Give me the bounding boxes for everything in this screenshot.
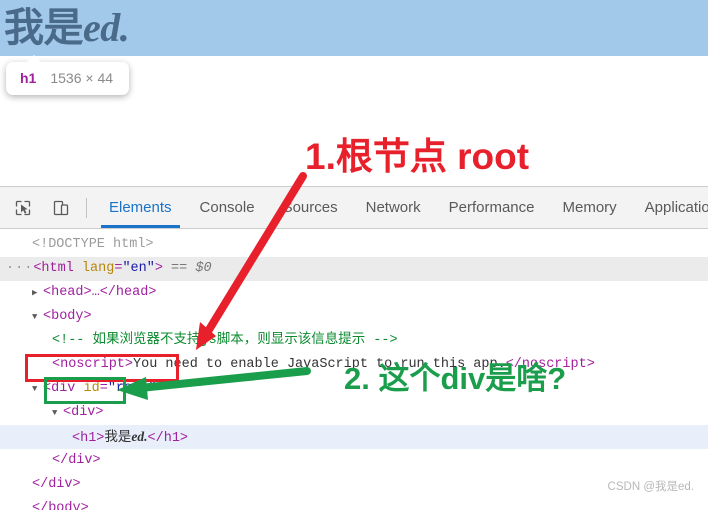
chevron-down-icon[interactable]: ▼ xyxy=(32,305,42,329)
chevron-down-icon[interactable]: ▼ xyxy=(32,377,42,401)
dom-token-tagname: </div> xyxy=(52,453,101,468)
dom-node-body-close[interactable]: </body> xyxy=(0,497,708,510)
dom-node-h1-line[interactable]: <h1>我是ed.</h1> xyxy=(0,425,708,449)
dom-node-html-open[interactable]: ···<html lang="en"> == $0 xyxy=(0,257,708,281)
dom-token-dollar: == $0 xyxy=(162,261,212,276)
dom-token-tagname: <div xyxy=(43,381,84,396)
dom-token-tagname: > xyxy=(156,381,165,396)
dom-token-tagname: <body> xyxy=(43,309,92,324)
device-toolbar-icon[interactable] xyxy=(46,195,76,221)
dom-token-tagname: </div> xyxy=(32,477,81,492)
dom-token-tagname: <head>…</head> xyxy=(43,285,157,300)
tooltip-pointer-icon xyxy=(26,55,42,63)
annotation-root-label: 1.根节点 root xyxy=(305,136,530,177)
tooltip-dimensions: 1536 × 44 xyxy=(50,70,114,86)
inspect-cursor-icon[interactable] xyxy=(8,195,38,221)
dom-token-dots: ··· xyxy=(6,261,34,276)
chevron-right-icon[interactable]: ▶ xyxy=(32,281,42,305)
tab-application[interactable]: Application xyxy=(631,187,708,228)
dom-token-attrval: "root" xyxy=(107,381,157,396)
tab-network[interactable]: Network xyxy=(352,187,435,228)
devtools-tabbar: Elements Console Sources Network Perform… xyxy=(0,187,708,229)
dom-text-node: 我是ed. xyxy=(104,429,148,444)
dom-node-doctype[interactable]: <!DOCTYPE html> xyxy=(0,233,708,257)
page-preview-area: 我是ed. xyxy=(0,0,708,56)
tab-console[interactable]: Console xyxy=(186,187,269,228)
dom-token-attrname: id xyxy=(83,381,100,396)
dom-token-tagname: </body> xyxy=(32,501,89,510)
dom-node-div-root-close[interactable]: </div> xyxy=(0,473,708,497)
dom-token-tagname: <html xyxy=(33,261,82,276)
inspect-tooltip-badge: h1 1536 × 44 xyxy=(6,55,130,95)
dom-token-doctype: <!DOCTYPE html> xyxy=(32,237,154,252)
dom-token-tagname: > xyxy=(154,261,163,276)
dom-token-tagname: <h1> xyxy=(72,431,105,446)
tooltip-tag-name: h1 xyxy=(20,70,37,86)
chevron-down-icon[interactable]: ▼ xyxy=(52,401,62,425)
tab-performance[interactable]: Performance xyxy=(435,187,549,228)
annotation-div-label: 2. 这个div是啥? xyxy=(344,361,567,396)
toolbar-divider xyxy=(86,197,87,218)
dom-node-head[interactable]: ▶ <head>…</head> xyxy=(0,281,708,305)
devtools-panel: Elements Console Sources Network Perform… xyxy=(0,186,708,510)
dom-token-tagname: <noscript> xyxy=(52,357,134,372)
tab-memory[interactable]: Memory xyxy=(549,187,631,228)
dom-token-tagname: </h1> xyxy=(147,431,189,446)
dom-node-comment[interactable]: <!-- 如果浏览器不支持js脚本，则显示该信息提示 --> xyxy=(0,329,708,353)
dom-token-attrname: lang xyxy=(81,261,115,276)
page-heading: 我是ed. xyxy=(0,0,708,56)
dom-token-tagname: = xyxy=(99,381,108,396)
page-heading-cjk: 我是 xyxy=(4,5,84,50)
dom-node-div-inner-close[interactable]: </div> xyxy=(0,449,708,473)
dom-node-div-inner[interactable]: ▼ <div> xyxy=(0,401,708,425)
dom-token-tagname: <div> xyxy=(63,405,104,420)
page-heading-latin: ed. xyxy=(83,5,130,50)
csdn-watermark: CSDN @我是ed. xyxy=(607,481,694,493)
dom-node-body-open[interactable]: ▼ <body> xyxy=(0,305,708,329)
tab-sources[interactable]: Sources xyxy=(269,187,352,228)
tab-elements[interactable]: Elements xyxy=(95,187,186,228)
dom-token-comment: <!-- 如果浏览器不支持js脚本，则显示该信息提示 --> xyxy=(52,333,398,348)
dom-token-attrval: "en" xyxy=(122,261,155,276)
